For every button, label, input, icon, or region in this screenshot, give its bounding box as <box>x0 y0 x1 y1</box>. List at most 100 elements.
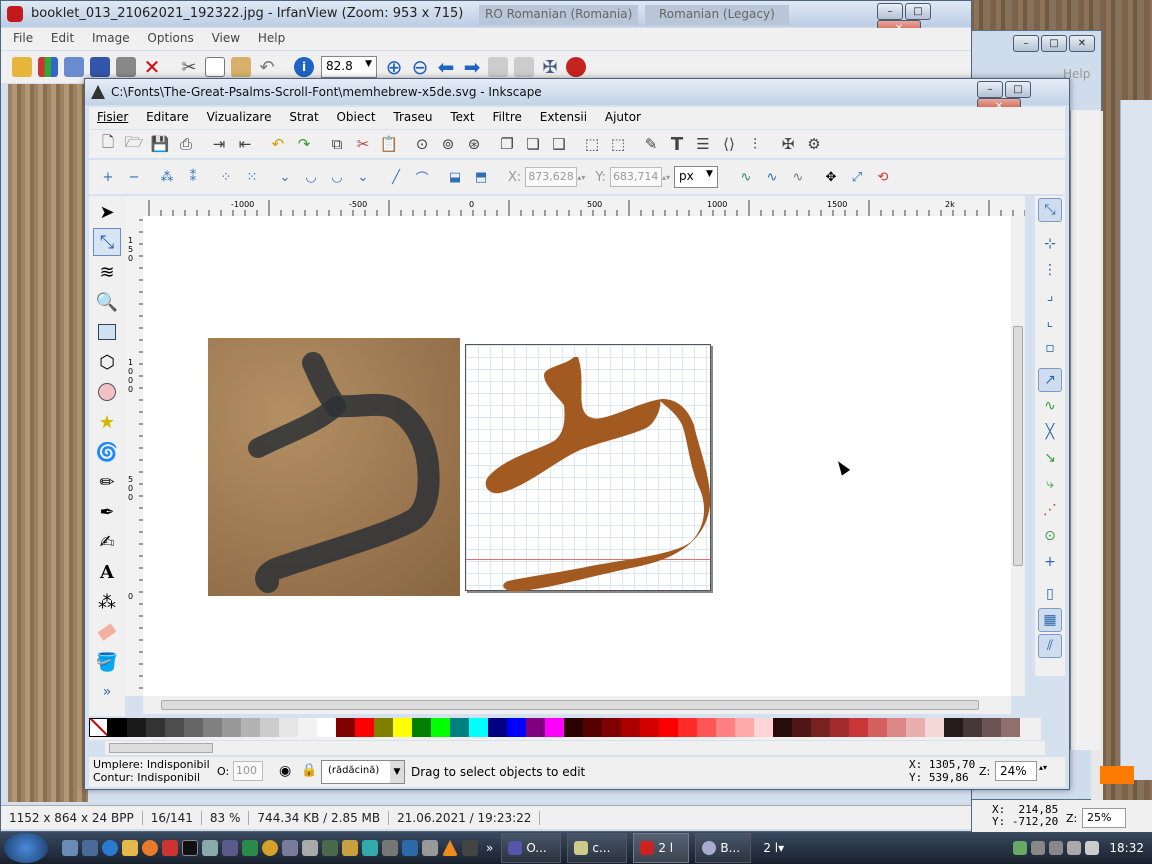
bg-zoom-input[interactable]: 25% <box>1082 808 1126 828</box>
spray-tool-icon[interactable]: ⁂ <box>93 588 121 616</box>
chrome-icon[interactable] <box>262 840 278 856</box>
color-swatch[interactable] <box>640 718 659 737</box>
app-icon-3[interactable] <box>242 840 258 856</box>
irfan-menu-file[interactable]: File <box>13 31 33 45</box>
menu-editare[interactable]: Editare <box>146 110 189 124</box>
color-swatch[interactable] <box>431 718 450 737</box>
snap-smooth-icon[interactable]: ⤷ <box>1038 472 1062 496</box>
duplicate-icon[interactable]: ❐ <box>495 132 519 156</box>
thumbnails-icon[interactable] <box>36 55 60 79</box>
no-paint-swatch[interactable] <box>89 718 108 737</box>
irfan-menu-image[interactable]: Image <box>92 31 130 45</box>
lang-indicator-2[interactable]: Romanian (Legacy) <box>645 5 789 25</box>
snap-bbox-center-icon[interactable]: ▫ <box>1038 336 1062 360</box>
copy-icon[interactable] <box>203 55 227 79</box>
color-swatch[interactable] <box>887 718 906 737</box>
x-spinner[interactable]: ▴▾ <box>577 173 585 182</box>
horizontal-scrollbar[interactable] <box>143 696 1011 714</box>
node-tool-icon[interactable]: ⤡ <box>93 228 121 256</box>
y-input[interactable]: 683,714 <box>609 167 662 187</box>
text-tool-icon[interactable]: A <box>93 558 121 586</box>
menu-filtre[interactable]: Filtre <box>492 110 521 124</box>
menu-traseu[interactable]: Traseu <box>393 110 432 124</box>
open-icon[interactable]: 🗁 <box>122 132 146 156</box>
selector-tool-icon[interactable]: ➤ <box>93 198 121 226</box>
palette-scroll-thumb[interactable] <box>109 743 213 753</box>
zoom-select[interactable]: 82.8 ▼ <box>321 56 377 78</box>
zoom-spinner[interactable]: ▴▾ <box>1039 763 1047 772</box>
taskbar-item-4[interactable]: B... <box>695 833 752 863</box>
snap-page-icon[interactable]: ▯ <box>1038 582 1062 606</box>
app-icon-7[interactable] <box>342 840 358 856</box>
color-swatch[interactable] <box>906 718 925 737</box>
snap-midpoints-icon[interactable]: ⋰ <box>1038 498 1062 522</box>
ungroup-icon[interactable]: ⬚ <box>606 132 630 156</box>
pencil-tool-icon[interactable]: ✏ <box>93 468 121 496</box>
delete-icon[interactable]: ✕ <box>140 55 164 79</box>
break-path-icon[interactable]: ⁑ <box>181 165 205 189</box>
taskbar-item-3[interactable]: 2 l <box>633 833 690 863</box>
app-icon-2[interactable] <box>202 840 218 856</box>
ellipse-tool-icon[interactable] <box>93 378 121 406</box>
menu-text[interactable]: Text <box>450 110 474 124</box>
irfan-cat-icon[interactable] <box>564 55 588 79</box>
ie-icon[interactable] <box>102 840 118 856</box>
color-swatch[interactable] <box>792 718 811 737</box>
lang-indicator-1[interactable]: RO Romanian (Romania) <box>479 5 639 25</box>
more-tools-icon[interactable]: » <box>93 678 121 706</box>
color-swatch[interactable] <box>203 718 222 737</box>
taskbar-item-1[interactable]: O... <box>501 833 562 863</box>
cusp-node-icon[interactable]: ⌄ <box>273 165 297 189</box>
open-folder-icon[interactable] <box>10 55 34 79</box>
color-swatch[interactable] <box>317 718 336 737</box>
menu-obiect[interactable]: Obiect <box>336 110 375 124</box>
spiral-tool-icon[interactable]: 🌀 <box>93 438 121 466</box>
vertical-scrollbar[interactable] <box>1011 216 1025 696</box>
app-icon-11[interactable] <box>422 840 438 856</box>
page-up-icon[interactable] <box>486 55 510 79</box>
color-swatch[interactable] <box>222 718 241 737</box>
snap-guides-icon[interactable]: ⫽ <box>1038 634 1062 658</box>
color-swatch[interactable] <box>697 718 716 737</box>
color-swatch[interactable] <box>944 718 963 737</box>
app-icon-4[interactable] <box>282 840 298 856</box>
color-swatch[interactable] <box>146 718 165 737</box>
color-swatch[interactable] <box>716 718 735 737</box>
info-icon[interactable]: i <box>292 55 316 79</box>
color-swatch[interactable] <box>127 718 146 737</box>
xml-editor-icon[interactable]: ⟨⟩ <box>717 132 741 156</box>
previous-icon[interactable]: ⬅ <box>434 55 458 79</box>
snap-cusp-icon[interactable]: ↘ <box>1038 446 1062 470</box>
paint-bucket-tool-icon[interactable]: 🪣 <box>93 648 121 676</box>
tray-icon-2[interactable] <box>1031 841 1046 855</box>
document-properties-icon[interactable]: ⚙ <box>802 132 826 156</box>
slideshow-icon[interactable] <box>62 55 86 79</box>
tweak-tool-icon[interactable]: ≋ <box>93 258 121 286</box>
snap-enable-icon[interactable]: ⤡ <box>1038 198 1062 222</box>
menu-fisier[interactable]: Fisier <box>97 110 128 124</box>
text-font-icon[interactable]: T <box>665 132 689 156</box>
irfan-menu-options[interactable]: Options <box>147 31 193 45</box>
color-swatch[interactable] <box>469 718 488 737</box>
layer-select[interactable]: (rădăcină) ▼ <box>321 760 405 784</box>
color-swatch[interactable] <box>735 718 754 737</box>
next-icon[interactable]: ➡ <box>460 55 484 79</box>
irfan-minimize-button[interactable]: – <box>877 3 903 20</box>
canvas[interactable] <box>143 216 1011 696</box>
pen-tool-icon[interactable]: ✒ <box>93 498 121 526</box>
clone-icon[interactable]: ❏ <box>521 132 545 156</box>
color-swatch[interactable] <box>868 718 887 737</box>
show-desktop-icon[interactable] <box>62 840 78 856</box>
snap-paths-icon[interactable]: ∿ <box>1038 394 1062 418</box>
join-segment-icon[interactable]: ⁘ <box>214 165 238 189</box>
zoom-page-icon[interactable]: ⊛ <box>462 132 486 156</box>
tray-icon-1[interactable] <box>1013 841 1028 855</box>
snap-bbox-edges-icon[interactable]: ⋮ <box>1038 258 1062 282</box>
irfan-menu-edit[interactable]: Edit <box>51 31 74 45</box>
page-down-icon[interactable] <box>512 55 536 79</box>
color-swatch[interactable] <box>811 718 830 737</box>
snap-bbox-icon[interactable]: ⊹ <box>1038 232 1062 256</box>
palette-scrollbar[interactable] <box>105 741 1045 755</box>
color-swatch[interactable] <box>925 718 944 737</box>
glyph-path[interactable] <box>466 345 712 592</box>
